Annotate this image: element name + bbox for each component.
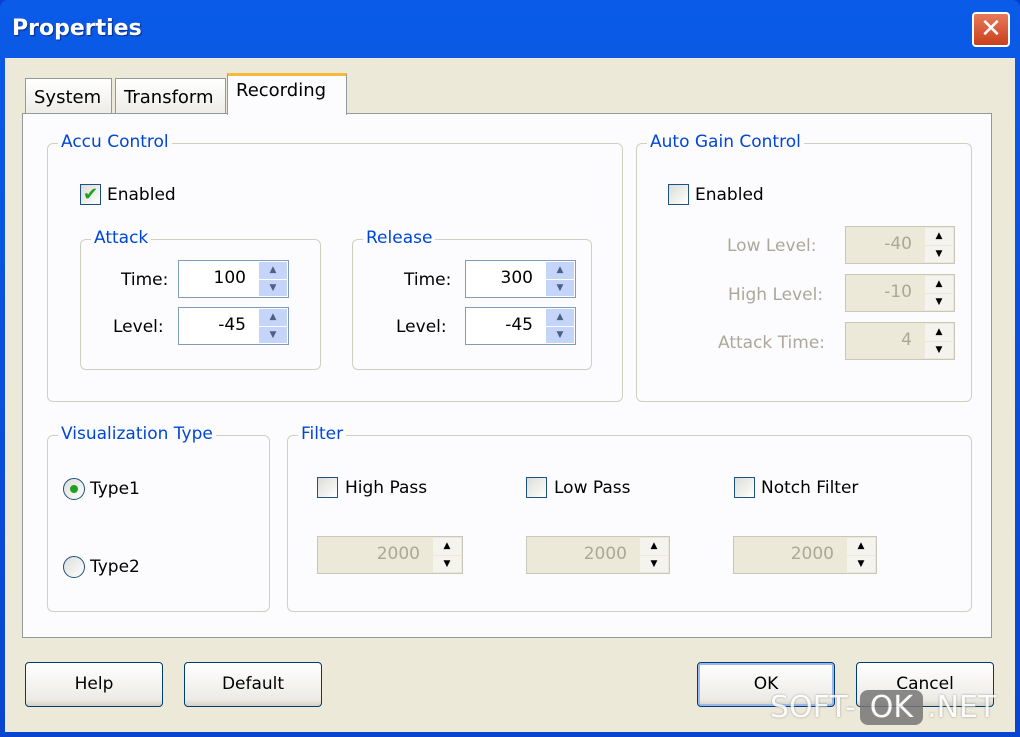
attack-time-label: Attack Time: (718, 333, 826, 353)
visualization-legend: Visualization Type (58, 424, 216, 444)
release-time-spinner[interactable]: 300 ▲ ▼ (465, 260, 576, 298)
high-pass-label: High Pass (345, 478, 428, 498)
type2-label: Type2 (90, 557, 140, 577)
properties-window: Properties ✕ System Transform Recording … (0, 0, 1020, 737)
spin-down-icon[interactable]: ▼ (433, 555, 461, 572)
spin-down-icon[interactable]: ▼ (259, 279, 287, 296)
help-button[interactable]: Help (25, 662, 163, 707)
tab-label: System (34, 87, 102, 108)
watermark-text: OK (859, 690, 924, 725)
low-level-label: Low Level: (727, 236, 817, 256)
high-pass-checkbox[interactable] (317, 477, 338, 498)
accu-control-group: Accu Control ✔ Enabled Attack Time: 100 ▲… (47, 132, 623, 402)
low-pass-value: 2000 (583, 544, 627, 564)
watermark-text: .NET (927, 690, 997, 725)
type2-radio[interactable] (63, 556, 85, 578)
notch-filter-value: 2000 (790, 544, 834, 564)
notch-filter-label: Notch Filter (761, 478, 859, 498)
release-time-value: 300 (500, 268, 533, 288)
visualization-group: Visualization Type Type1 Type2 (47, 424, 270, 612)
spin-down-icon[interactable]: ▼ (925, 293, 953, 310)
spin-up-icon[interactable]: ▲ (259, 309, 287, 326)
attack-time-spinner[interactable]: 100 ▲ ▼ (178, 260, 289, 298)
release-level-label: Level: (396, 317, 447, 337)
high-pass-spinner[interactable]: 2000 ▲ ▼ (317, 536, 463, 574)
spin-up-icon[interactable]: ▲ (546, 262, 574, 279)
default-button[interactable]: Default (184, 662, 322, 707)
filter-legend: Filter (298, 424, 347, 444)
notch-filter-spinner[interactable]: 2000 ▲ ▼ (733, 536, 877, 574)
auto-gain-group: Auto Gain Control Enabled Low Level: -40… (636, 132, 972, 402)
attack-level-spinner[interactable]: -45 ▲ ▼ (178, 307, 289, 345)
type1-radio[interactable] (63, 478, 85, 500)
dialog-body: System Transform Recording Accu Control … (5, 58, 1015, 732)
watermark-logo: SOFT- OK .NET (770, 690, 996, 725)
attack-level-value: -45 (218, 315, 246, 335)
spin-down-icon[interactable]: ▼ (640, 555, 668, 572)
spin-up-icon[interactable]: ▲ (640, 538, 668, 555)
accu-enabled-checkbox[interactable]: ✔ (80, 184, 101, 205)
low-level-spinner[interactable]: -40 ▲ ▼ (845, 226, 955, 264)
tab-label: Recording (236, 80, 327, 101)
spin-up-icon[interactable]: ▲ (433, 538, 461, 555)
recording-panel: Accu Control ✔ Enabled Attack Time: 100 ▲… (22, 113, 992, 638)
spin-up-icon[interactable]: ▲ (925, 228, 953, 245)
checkmark-icon: ✔ (82, 184, 99, 205)
low-pass-spinner[interactable]: 2000 ▲ ▼ (526, 536, 670, 574)
release-legend: Release (363, 228, 436, 248)
spin-down-icon[interactable]: ▼ (925, 245, 953, 262)
attack-time-spinner[interactable]: 4 ▲ ▼ (845, 322, 955, 360)
spin-down-icon[interactable]: ▼ (259, 326, 287, 343)
spin-up-icon[interactable]: ▲ (847, 538, 875, 555)
spin-up-icon[interactable]: ▲ (925, 324, 953, 341)
low-pass-checkbox[interactable] (526, 477, 547, 498)
spin-up-icon[interactable]: ▲ (546, 309, 574, 326)
notch-filter-checkbox[interactable] (734, 477, 755, 498)
tab-label: Transform (124, 87, 214, 108)
close-button[interactable]: ✕ (972, 12, 1010, 47)
release-level-value: -45 (505, 315, 533, 335)
attack-time-value: 4 (901, 330, 912, 350)
tab-recording[interactable]: Recording (227, 73, 347, 115)
radio-dot-icon (70, 485, 78, 493)
attack-level-label: Level: (113, 317, 164, 337)
high-level-value: -10 (884, 282, 912, 302)
spin-down-icon[interactable]: ▼ (925, 341, 953, 358)
agc-enabled-checkbox[interactable] (668, 184, 689, 205)
watermark-text: SOFT- (770, 690, 856, 725)
release-level-spinner[interactable]: -45 ▲ ▼ (465, 307, 576, 345)
high-level-label: High Level: (728, 285, 824, 305)
release-time-label: Time: (404, 270, 452, 290)
spin-up-icon[interactable]: ▲ (925, 276, 953, 293)
tab-system[interactable]: System (25, 78, 112, 116)
release-group: Release Time: 300 ▲ ▼ Level: -45 ▲ ▼ (352, 228, 592, 370)
auto-gain-legend: Auto Gain Control (647, 132, 804, 152)
close-x-icon: ✕ (980, 14, 1002, 44)
attack-time-value: 100 (213, 268, 246, 288)
agc-enabled-label: Enabled (695, 185, 764, 205)
spin-up-icon[interactable]: ▲ (259, 262, 287, 279)
window-title: Properties (12, 16, 142, 41)
attack-legend: Attack (91, 228, 152, 248)
accu-enabled-label: Enabled (107, 185, 176, 205)
attack-time-label: Time: (121, 270, 169, 290)
accu-control-legend: Accu Control (58, 132, 172, 152)
high-level-spinner[interactable]: -10 ▲ ▼ (845, 274, 955, 312)
spin-down-icon[interactable]: ▼ (847, 555, 875, 572)
attack-group: Attack Time: 100 ▲ ▼ Level: -45 ▲ ▼ (80, 228, 321, 370)
type1-label: Type1 (90, 479, 140, 499)
filter-group: Filter High Pass 2000 ▲ ▼ Low Pass 2000 ▲ ▼ … (287, 424, 972, 612)
spin-down-icon[interactable]: ▼ (546, 279, 574, 296)
low-pass-label: Low Pass (554, 478, 631, 498)
spin-down-icon[interactable]: ▼ (546, 326, 574, 343)
low-level-value: -40 (884, 234, 912, 254)
high-pass-value: 2000 (376, 544, 420, 564)
tab-transform[interactable]: Transform (115, 78, 226, 116)
